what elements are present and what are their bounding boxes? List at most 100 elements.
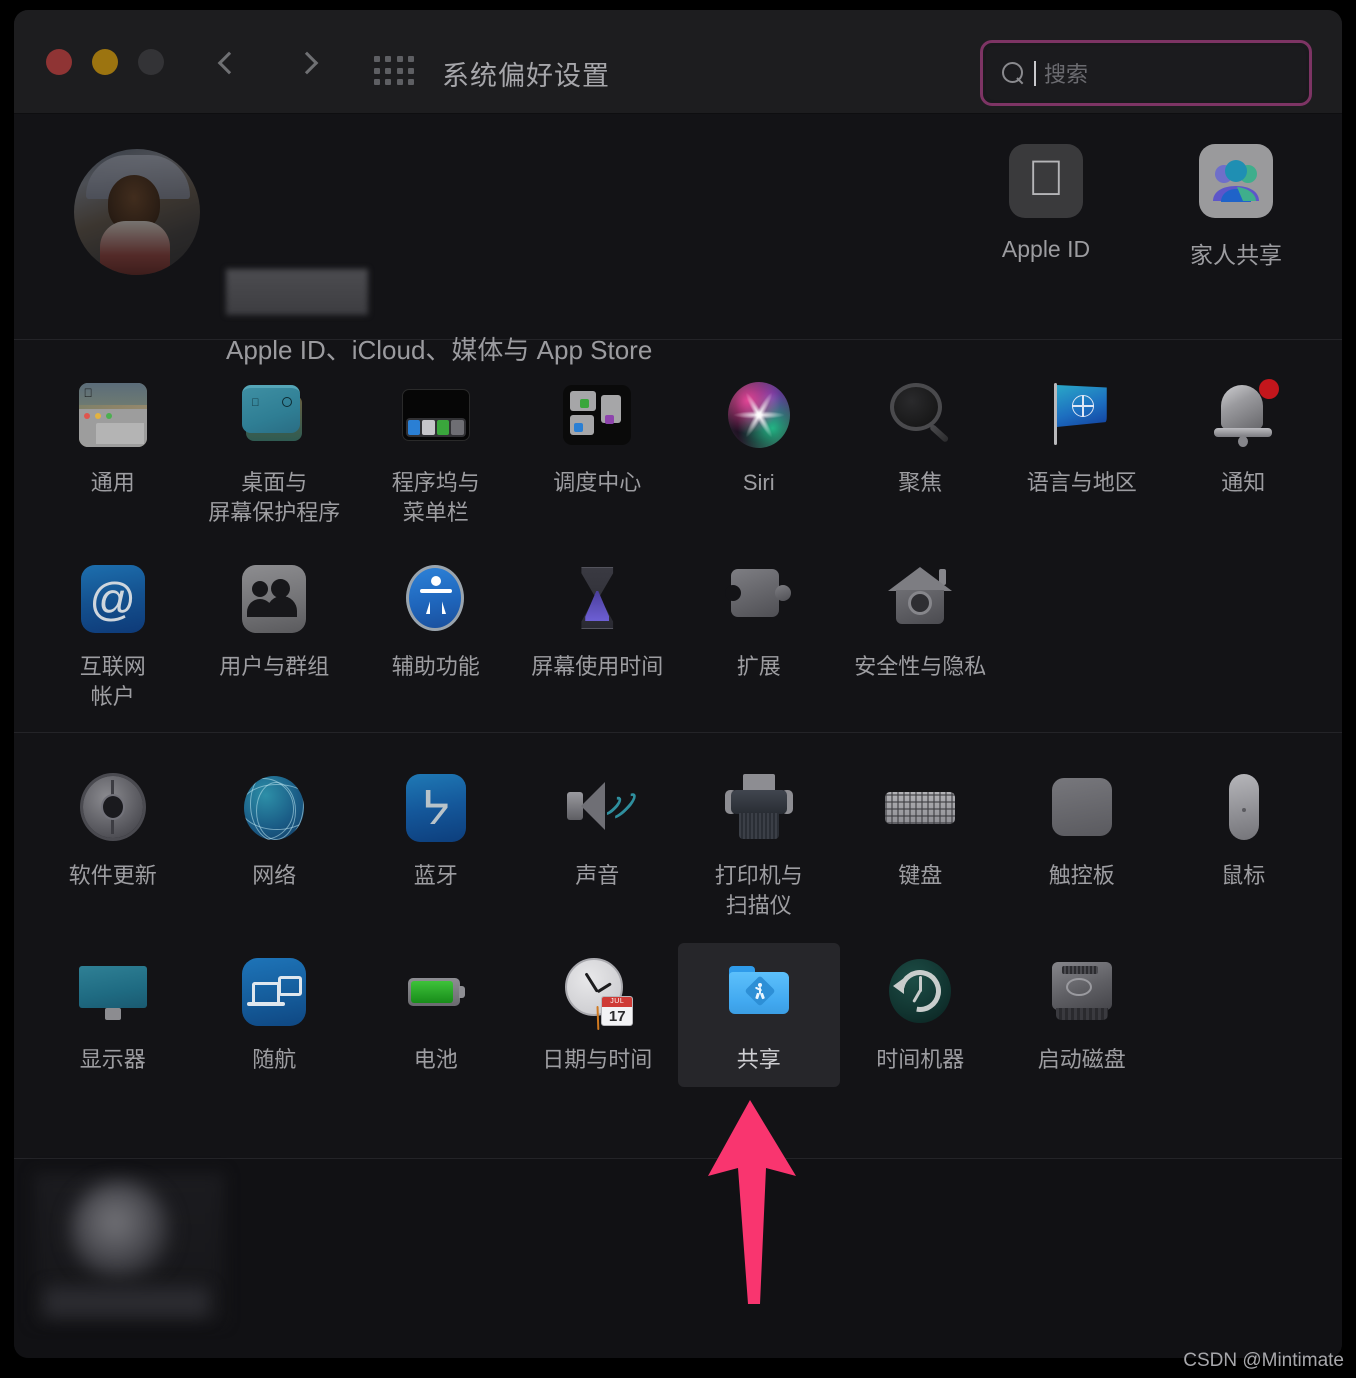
sound-icon (558, 769, 640, 847)
dock-menubar-icon (397, 376, 475, 454)
window-title: 系统偏好设置 (442, 61, 610, 91)
pref-label: 启动磁盘 (1037, 1047, 1126, 1072)
pref-label: Siri (742, 470, 775, 495)
displays-icon (74, 953, 152, 1031)
pref-label: 显示器 (79, 1047, 146, 1072)
family-sharing-button[interactable]: 家人共享 (1170, 144, 1302, 270)
pink-up-arrow-annotation (708, 1100, 796, 1304)
pref-label: 随航 (252, 1047, 297, 1072)
pref-label: 时间机器 (876, 1047, 965, 1072)
pref-label: 调度中心 (553, 470, 642, 495)
users-groups-icon (235, 560, 313, 638)
titlebar: 系统偏好设置 搜索 (14, 10, 1342, 114)
family-sharing-icon (1199, 144, 1273, 218)
mission-control-icon (558, 376, 636, 454)
date-time-icon: JUL 17 (558, 953, 636, 1031)
pref-pane-trackpad[interactable]: 触控板 (1001, 759, 1163, 933)
pref-pane-extensions[interactable]: 扩展 (678, 550, 840, 724)
forward-button[interactable] (290, 46, 324, 80)
pref-pane-screen-time[interactable]: 屏幕使用时间 (517, 550, 679, 724)
forward-chevron-icon (295, 51, 319, 75)
time-machine-icon (881, 953, 959, 1031)
pref-label: 鼠标 (1221, 863, 1266, 888)
search-field-wrapper[interactable]: 搜索 (980, 40, 1312, 106)
pref-pane-mission-control[interactable]: 调度中心 (517, 366, 679, 540)
calendar-month: JUL (602, 997, 633, 1007)
accessibility-icon (397, 560, 475, 638)
avatar-art-body (100, 221, 170, 275)
startup-disk-icon (1043, 953, 1121, 1031)
pref-label: 用户与群组 (219, 654, 330, 679)
account-quick-buttons:  Apple ID 家人共享 (980, 144, 1302, 270)
preferences-section-hardware: 软件更新 网络 ᔭ 蓝牙 声音 打印机与 扫描仪 键盘 触控板 鼠标 显示器 随… (14, 732, 1342, 1095)
bottom-blurred-panel (14, 1158, 1342, 1358)
spotlight-icon (881, 376, 959, 454)
pref-pane-language-region[interactable]: 语言与地区 (1001, 366, 1163, 540)
pref-pane-notifications[interactable]: 通知 (1163, 366, 1325, 540)
preferences-grid-hardware: 软件更新 网络 ᔭ 蓝牙 声音 打印机与 扫描仪 键盘 触控板 鼠标 显示器 随… (14, 759, 1342, 1087)
screen-time-icon (558, 560, 636, 638)
pref-label: 日期与时间 (542, 1047, 653, 1072)
pref-label: 扩展 (736, 654, 781, 679)
siri-icon (720, 376, 798, 454)
pref-pane-software-update[interactable]: 软件更新 (32, 759, 194, 933)
pref-pane-bluetooth[interactable]: ᔭ 蓝牙 (355, 759, 517, 933)
pref-pane-dock-menubar[interactable]: 程序坞与 菜单栏 (355, 366, 517, 540)
apple-id-button[interactable]:  Apple ID (980, 144, 1112, 270)
pref-label: 辅助功能 (391, 654, 480, 679)
pref-pane-battery[interactable]: 电池 (355, 943, 517, 1087)
preferences-section-personal:  通用  桌面与 屏幕保护程序 (14, 340, 1342, 732)
printers-scanners-icon (720, 769, 798, 847)
pref-pane-mouse[interactable]: 鼠标 (1163, 759, 1325, 933)
pref-label: 打印机与 扫描仪 (714, 863, 803, 918)
pref-pane-network[interactable]: 网络 (194, 759, 356, 933)
pref-label: 程序坞与 菜单栏 (391, 470, 480, 525)
minimize-button[interactable] (92, 49, 118, 75)
pref-label: 电池 (413, 1047, 458, 1072)
search-field[interactable]: 搜索 (986, 46, 1306, 100)
pref-pane-printers-scanners[interactable]: 打印机与 扫描仪 (678, 759, 840, 933)
pref-label: 键盘 (898, 863, 943, 888)
search-icon (1002, 62, 1024, 84)
zoom-button[interactable] (138, 49, 164, 75)
pref-pane-keyboard[interactable]: 键盘 (840, 759, 1002, 933)
general-icon:  (74, 376, 152, 454)
pref-pane-siri[interactable]: Siri (678, 366, 840, 540)
pref-label: 通用 (90, 470, 135, 495)
pref-pane-sharing[interactable]: 共享 (678, 943, 840, 1087)
pref-pane-date-time[interactable]: JUL 17 日期与时间 (517, 943, 679, 1087)
pref-pane-general[interactable]:  通用 (32, 366, 194, 540)
pref-pane-security-privacy[interactable]: 安全性与隐私 (840, 550, 1002, 724)
apple-id-label: Apple ID (1001, 236, 1091, 262)
pref-pane-users-groups[interactable]: 用户与群组 (194, 550, 356, 724)
avatar[interactable] (74, 149, 200, 275)
navigation-buttons (212, 46, 324, 80)
pref-pane-accessibility[interactable]: 辅助功能 (355, 550, 517, 724)
pref-pane-startup-disk[interactable]: 启动磁盘 (1001, 943, 1163, 1087)
show-all-grid-icon[interactable] (374, 56, 416, 88)
pref-pane-time-machine[interactable]: 时间机器 (840, 943, 1002, 1087)
preferences-grid-personal:  通用  桌面与 屏幕保护程序 (14, 366, 1342, 724)
language-region-icon (1043, 376, 1121, 454)
pref-pane-sound[interactable]: 声音 (517, 759, 679, 933)
close-button[interactable] (46, 49, 72, 75)
pref-pane-displays[interactable]: 显示器 (32, 943, 194, 1087)
pref-label: 通知 (1221, 470, 1266, 495)
bluetooth-icon: ᔭ (397, 769, 475, 847)
pref-pane-internet-accounts[interactable]: @ 互联网 帐户 (32, 550, 194, 724)
pref-label: 声音 (575, 863, 620, 888)
internet-accounts-icon: @ (74, 560, 152, 638)
back-button[interactable] (212, 46, 246, 80)
back-chevron-icon (217, 51, 241, 75)
apple-logo-icon:  (1009, 144, 1083, 218)
family-sharing-label: 家人共享 (1190, 242, 1282, 268)
pref-pane-spotlight[interactable]: 聚焦 (840, 366, 1002, 540)
pref-pane-desktop-screensaver[interactable]:  桌面与 屏幕保护程序 (194, 366, 356, 540)
pref-pane-sidecar[interactable]: 随航 (194, 943, 356, 1087)
desktop-screensaver-icon:  (235, 376, 313, 454)
calendar-day: 17 (608, 1008, 626, 1025)
search-placeholder: 搜索 (1044, 62, 1089, 87)
watermark: CSDN @Mintimate (1183, 1350, 1344, 1371)
pref-label: 触控板 (1048, 863, 1115, 888)
apple-id-banner[interactable]: Apple ID、iCloud、媒体与 App Store  Apple ID (14, 114, 1342, 365)
